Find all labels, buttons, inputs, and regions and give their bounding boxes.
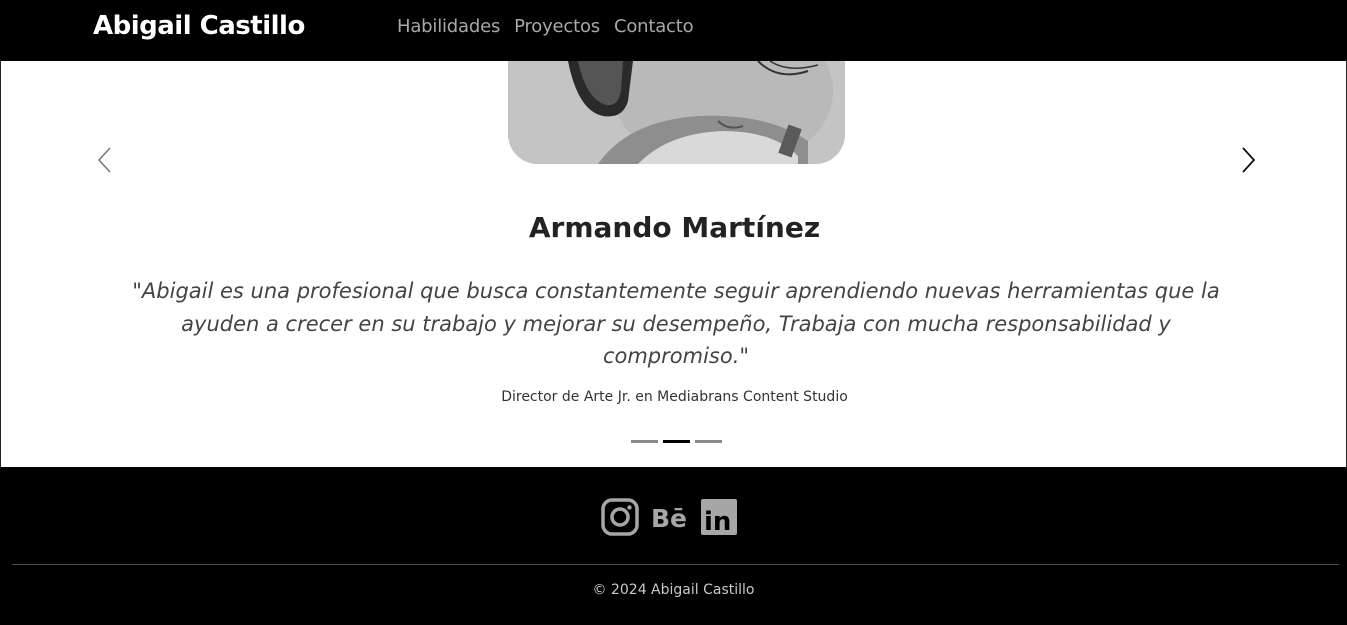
behance-link[interactable]: Bē xyxy=(651,502,689,533)
svg-text:Bē: Bē xyxy=(651,504,687,532)
nav-link-proyectos[interactable]: Proyectos xyxy=(514,16,600,37)
copyright-text: © 2024 Abigail Castillo xyxy=(592,582,755,598)
carousel-prev-button[interactable] xyxy=(92,145,116,175)
carousel-indicator-1[interactable] xyxy=(631,440,658,443)
testimonial-quote: "Abigail es una profesional que busca co… xyxy=(132,279,1220,368)
chevron-left-icon xyxy=(97,147,111,173)
carousel-next-button[interactable] xyxy=(1237,145,1261,175)
testimonial-role: Director de Arte Jr. en Mediabrans Conte… xyxy=(501,389,848,405)
brand-logo[interactable]: Abigail Castillo xyxy=(93,11,305,41)
linkedin-link[interactable]: in xyxy=(701,499,737,537)
carousel-indicator-3[interactable] xyxy=(695,440,722,443)
testimonial-name: Armando Martínez xyxy=(528,211,821,244)
instagram-link[interactable] xyxy=(601,498,639,536)
behance-icon: Bē xyxy=(651,504,687,533)
nav-links: Habilidades Proyectos Contacto xyxy=(397,16,694,37)
linkedin-icon: in xyxy=(701,499,737,537)
carousel-indicators xyxy=(631,440,722,443)
navbar: Abigail Castillo Habilidades Proyectos C… xyxy=(0,0,1347,61)
footer-divider xyxy=(12,564,1339,565)
svg-text:in: in xyxy=(704,507,731,535)
testimonials-carousel: Armando Martínez "Abigail es una profesi… xyxy=(0,61,1347,467)
chevron-right-icon xyxy=(1242,147,1256,173)
instagram-icon xyxy=(601,498,639,536)
social-links: Bē in xyxy=(601,498,737,537)
nav-link-contacto[interactable]: Contacto xyxy=(614,16,694,37)
nav-link-habilidades[interactable]: Habilidades xyxy=(397,16,500,37)
testimonial-photo xyxy=(508,61,845,164)
carousel-indicator-2[interactable] xyxy=(663,440,690,443)
footer: Bē in © 2024 Abigail Castillo xyxy=(0,467,1347,625)
